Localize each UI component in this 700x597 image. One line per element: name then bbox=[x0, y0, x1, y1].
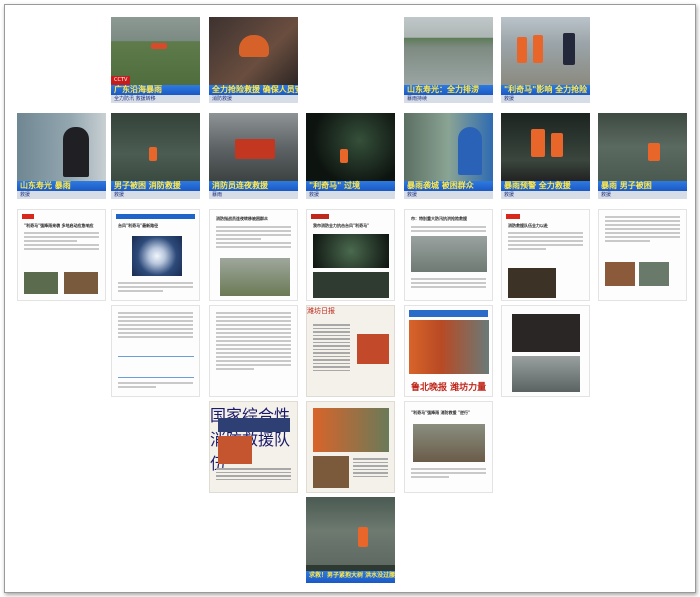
photo bbox=[639, 262, 669, 286]
news-banner: "利奇马"影响 全力抢险 bbox=[501, 85, 590, 95]
video-still-highway: CCTV 广东沿海暴雨 全力防汛 救援转移 bbox=[111, 17, 200, 103]
video-still-trapped-man: 暴雨 男子被困 救援 bbox=[598, 113, 687, 199]
headline: 我市消防全力抗击台风"利奇马" bbox=[313, 223, 370, 228]
news-banner: 山东寿光 暴雨 bbox=[17, 181, 106, 191]
news-ticker: 救援 bbox=[501, 191, 590, 199]
news-webpage-chart bbox=[111, 305, 200, 397]
line-graphic bbox=[118, 356, 194, 378]
photo bbox=[512, 314, 580, 352]
photo bbox=[357, 334, 389, 364]
news-ticker: 救援 bbox=[17, 191, 106, 199]
video-still-rain-trees: 男子被困 消防救援 救援 bbox=[111, 113, 200, 199]
news-banner: 山东寿光：全力排涝 bbox=[404, 85, 493, 95]
news-ticker: 救援 bbox=[598, 191, 687, 199]
headline: 消防指战员连夜转移被困群众 bbox=[216, 216, 268, 221]
photo bbox=[512, 356, 580, 392]
newspaper-page-1: 潍坊日报 bbox=[306, 305, 395, 397]
headline: 鲁北晚报 潍坊力量 bbox=[411, 383, 486, 393]
news-ticker: 暴雨 bbox=[209, 191, 298, 199]
video-still-anchor: 山东寿光 暴雨 救援 bbox=[17, 113, 106, 199]
photo bbox=[64, 272, 98, 294]
headline: "利奇马"强降雨 消防救援 "逆行" bbox=[411, 410, 471, 415]
rescuer bbox=[551, 133, 563, 157]
rescuer bbox=[648, 143, 660, 161]
news-banner: 广东沿海暴雨 bbox=[111, 85, 200, 95]
news-banner: 暴雨预警 全力救援 bbox=[501, 181, 590, 191]
rescuer bbox=[149, 147, 157, 161]
news-ticker: 消防救援 bbox=[209, 95, 298, 103]
news-webpage-1: "利奇马"强降雨来袭 多地启动应急响应 bbox=[17, 209, 106, 301]
news-webpage-5: 市：特别重大防汛抗洪抢险救援 bbox=[404, 209, 493, 301]
news-banner: 暴雨袭城 被困群众 bbox=[404, 181, 493, 191]
photo bbox=[313, 234, 389, 268]
rescuer bbox=[517, 37, 527, 63]
fire-truck bbox=[235, 139, 275, 159]
news-anchor bbox=[458, 127, 482, 175]
news-ticker: 全力防汛 救援转移 bbox=[111, 95, 200, 103]
rescuer bbox=[531, 129, 545, 157]
reporter bbox=[563, 33, 575, 65]
video-still-fire-trucks: 消防员连夜救援 暴雨 bbox=[209, 113, 298, 199]
photo bbox=[409, 320, 489, 374]
headline: 台风"利奇马"最新路径 bbox=[118, 223, 159, 228]
video-still-helmet-closeup: 全力抢险救援 确保人员安全 消防救援 bbox=[209, 17, 298, 103]
rescuer bbox=[340, 149, 348, 163]
news-ticker: 救援 bbox=[404, 191, 493, 199]
channel-tag: CCTV bbox=[111, 76, 131, 85]
news-webpage-10: "利奇马"强降雨 消防救援 "逆行" bbox=[404, 401, 493, 493]
newspaper-page-3: 国家综合性消防救援队伍 bbox=[209, 401, 298, 493]
photo bbox=[413, 424, 485, 462]
video-still-flooded-road: 山东寿光：全力排涝 暴雨持续 bbox=[404, 17, 493, 103]
news-webpage-typhoon-map: 台风"利奇马"最新路径 bbox=[111, 209, 200, 301]
photo bbox=[313, 272, 389, 298]
newspaper-page-4 bbox=[306, 401, 395, 493]
photo bbox=[508, 268, 556, 298]
headline: 市：特别重大防汛抗洪抢险救援 bbox=[411, 216, 467, 221]
photo bbox=[218, 418, 290, 432]
video-still-carry-rescue: 暴雨预警 全力救援 救援 bbox=[501, 113, 590, 199]
news-ticker: 救援 bbox=[501, 95, 590, 103]
photo bbox=[313, 456, 349, 488]
news-webpage-7 bbox=[598, 209, 687, 301]
video-still-night-rescue: "利奇马" 过境 救援 bbox=[306, 113, 395, 199]
headline: 消防救援队伍全力以赴 bbox=[508, 223, 548, 228]
photo bbox=[313, 408, 389, 452]
video-still-studio-anchor: 暴雨袭城 被困群众 救援 bbox=[404, 113, 493, 199]
news-webpage-6: 消防救援队伍全力以赴 bbox=[501, 209, 590, 301]
news-webpage-4: 我市消防全力抗击台风"利奇马" bbox=[306, 209, 395, 301]
news-banner: 暴雨 男子被困 bbox=[598, 181, 687, 191]
trapped-man bbox=[358, 527, 368, 547]
news-banner: "利奇马" 过境 bbox=[306, 181, 395, 191]
news-banner: 消防员连夜救援 bbox=[209, 181, 298, 191]
collage-frame: CCTV 广东沿海暴雨 全力防汛 救援转移 全力抢险救援 确保人员安全 消防救援… bbox=[4, 4, 696, 593]
video-still-man-hugging-tree: 求救！男子紧抱大树 洪水没过腰部 bbox=[306, 497, 395, 583]
news-anchor bbox=[63, 127, 89, 177]
news-ticker: 救援 bbox=[306, 191, 395, 199]
masthead: 潍坊日报 bbox=[307, 307, 335, 315]
news-ticker: 暴雨持续 bbox=[404, 95, 493, 103]
photo bbox=[24, 272, 58, 294]
headline: "利奇马"强降雨来袭 多地启动应急响应 bbox=[24, 223, 94, 228]
newspaper-page-2: 鲁北晚报 潍坊力量 bbox=[404, 305, 493, 397]
fire-truck bbox=[151, 43, 167, 49]
photo bbox=[218, 436, 252, 464]
photo bbox=[605, 262, 635, 286]
photo bbox=[220, 258, 290, 296]
helmet bbox=[239, 35, 269, 57]
news-banner: 全力抢险救援 确保人员安全 bbox=[209, 85, 298, 95]
photo bbox=[411, 236, 487, 272]
video-still-rescuers-water: "利奇马"影响 全力抢险 救援 bbox=[501, 17, 590, 103]
rescuer bbox=[533, 35, 543, 63]
news-banner: 男子被困 消防救援 bbox=[111, 181, 200, 191]
typhoon-satellite-image bbox=[132, 236, 182, 276]
news-webpage-text bbox=[209, 305, 298, 397]
news-ticker: 救援 bbox=[111, 191, 200, 199]
news-webpage-3: 消防指战员连夜转移被困群众 bbox=[209, 209, 298, 301]
news-webpage-cars bbox=[501, 305, 590, 397]
news-banner: 求救！男子紧抱大树 洪水没过腰部 bbox=[306, 571, 395, 583]
